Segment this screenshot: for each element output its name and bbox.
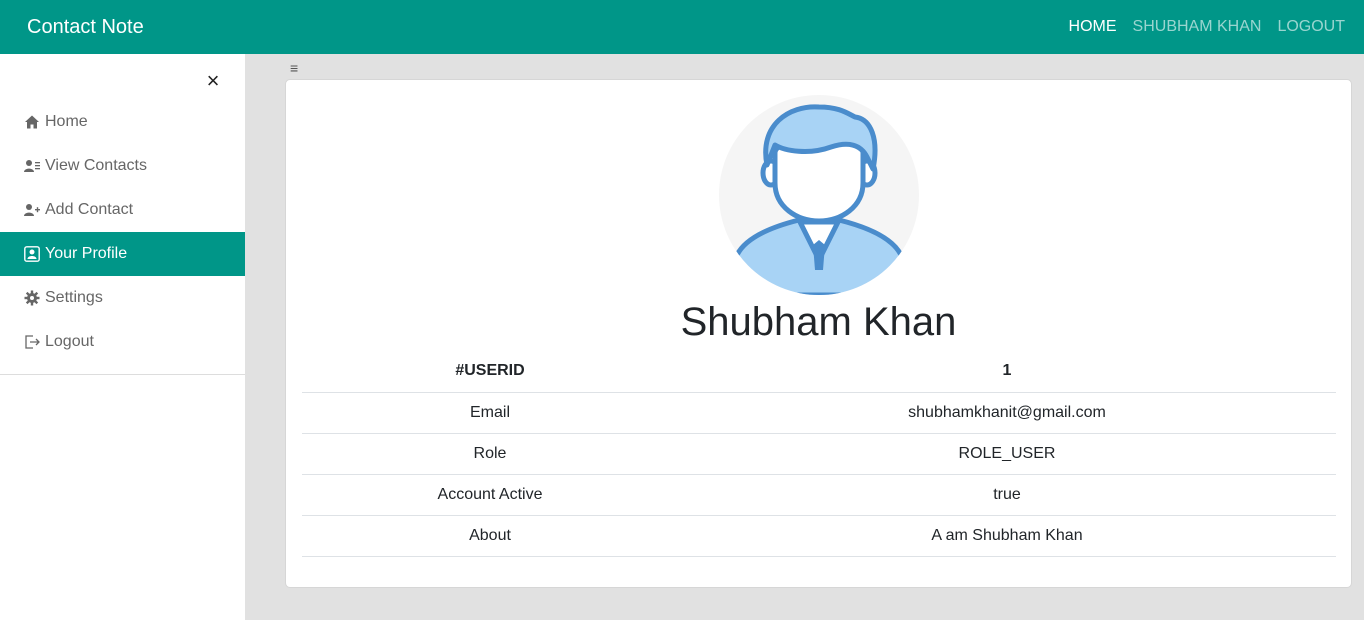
role-value: ROLE_USER bbox=[678, 433, 1336, 475]
nav-user-link[interactable]: SHUBHAM KHAN bbox=[1133, 18, 1262, 36]
top-navbar: Contact Note HOME SHUBHAM KHAN LOGOUT bbox=[0, 0, 1364, 54]
user-id-value: 1 bbox=[678, 351, 1336, 393]
email-label: Email bbox=[302, 392, 678, 434]
nav-logout-link[interactable]: LOGOUT bbox=[1277, 18, 1345, 36]
table-row: #USERID 1 bbox=[302, 351, 1336, 393]
user-id-label: #USERID bbox=[302, 351, 678, 393]
sidebar-item-label: View Contacts bbox=[45, 157, 147, 174]
role-label: Role bbox=[302, 433, 678, 475]
table-row: About A am Shubham Khan bbox=[302, 515, 1336, 557]
profile-icon bbox=[24, 246, 40, 262]
sidebar-item-your-profile[interactable]: Your Profile bbox=[0, 232, 245, 276]
brand-title[interactable]: Contact Note bbox=[27, 16, 144, 39]
sidebar: × Home View Contacts Add Contact Your Pr… bbox=[0, 54, 245, 620]
profile-details-table: #USERID 1 Email shubhamkhanit@gmail.com … bbox=[302, 351, 1336, 557]
close-icon[interactable]: × bbox=[203, 70, 223, 92]
about-label: About bbox=[302, 515, 678, 557]
user-avatar-icon bbox=[734, 104, 904, 295]
avatar bbox=[719, 95, 919, 295]
nav-links: HOME SHUBHAM KHAN LOGOUT bbox=[1069, 18, 1345, 36]
sidebar-item-label: Settings bbox=[45, 289, 103, 306]
home-icon bbox=[24, 114, 40, 130]
sidebar-item-label: Your Profile bbox=[45, 245, 128, 262]
sidebar-menu: Home View Contacts Add Contact Your Prof… bbox=[0, 100, 245, 375]
email-value: shubhamkhanit@gmail.com bbox=[678, 392, 1336, 434]
sidebar-item-home[interactable]: Home bbox=[0, 100, 245, 144]
logout-icon bbox=[24, 334, 40, 350]
contacts-list-icon bbox=[24, 158, 40, 174]
profile-name: Shubham Khan bbox=[680, 300, 957, 344]
user-plus-icon bbox=[24, 202, 40, 218]
sidebar-item-view-contacts[interactable]: View Contacts bbox=[0, 144, 245, 188]
account-active-label: Account Active bbox=[302, 474, 678, 516]
nav-home-link[interactable]: HOME bbox=[1069, 18, 1117, 36]
sidebar-item-label: Add Contact bbox=[45, 201, 134, 218]
sidebar-item-label: Logout bbox=[45, 333, 94, 350]
account-active-value: true bbox=[678, 474, 1336, 516]
about-value: A am Shubham Khan bbox=[678, 515, 1336, 557]
table-row: Role ROLE_USER bbox=[302, 433, 1336, 475]
table-row: Account Active true bbox=[302, 474, 1336, 516]
table-row: Email shubhamkhanit@gmail.com bbox=[302, 392, 1336, 434]
gear-icon bbox=[24, 290, 40, 306]
sidebar-item-label: Home bbox=[45, 113, 88, 130]
sidebar-item-add-contact[interactable]: Add Contact bbox=[0, 188, 245, 232]
sidebar-item-settings[interactable]: Settings bbox=[0, 276, 245, 320]
sidebar-item-logout[interactable]: Logout bbox=[0, 320, 245, 364]
menu-toggle-icon[interactable]: ≡ bbox=[290, 60, 298, 76]
profile-card: Shubham Khan #USERID 1 Email shubhamkhan… bbox=[285, 79, 1352, 588]
